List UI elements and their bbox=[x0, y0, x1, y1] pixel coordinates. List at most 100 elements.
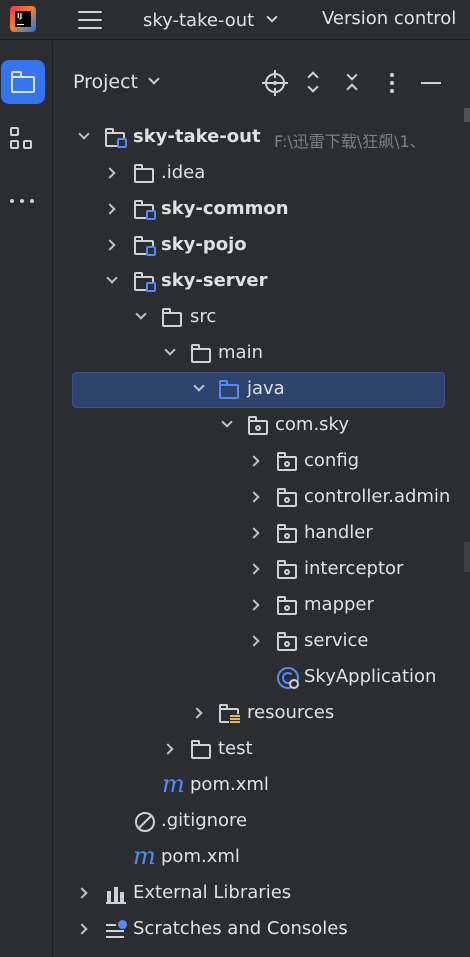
hide-panel-icon[interactable] bbox=[419, 71, 443, 95]
project-name: sky-take-out bbox=[143, 9, 255, 31]
tree-item-label: pom.xml bbox=[190, 774, 269, 795]
package-icon bbox=[277, 632, 299, 652]
panel-view-selector[interactable]: Project bbox=[73, 71, 160, 93]
runnable-class-icon bbox=[277, 667, 299, 689]
maven-icon: m bbox=[133, 842, 156, 870]
tree-item-label: main bbox=[218, 342, 263, 363]
folder-icon bbox=[191, 344, 213, 364]
chevron-right-icon[interactable] bbox=[76, 887, 88, 899]
tree-item-label: sky-pojo bbox=[161, 234, 247, 255]
package-icon bbox=[277, 596, 299, 616]
chevron-right-icon[interactable] bbox=[248, 563, 260, 575]
folder-icon bbox=[162, 308, 184, 328]
chevron-down-icon[interactable] bbox=[164, 344, 176, 356]
tree-item-java[interactable]: java bbox=[0, 372, 470, 408]
panel-title: Project bbox=[73, 71, 139, 93]
chevron-down-icon[interactable] bbox=[221, 416, 233, 428]
project-switcher[interactable]: sky-take-out bbox=[143, 8, 278, 32]
tree-item-scratches-and-consoles[interactable]: Scratches and Consoles bbox=[0, 912, 470, 948]
tree-item-label: sky-take-out bbox=[133, 126, 261, 147]
tree-item-sky-application[interactable]: SkyApplication bbox=[0, 660, 470, 696]
project-tool-button[interactable] bbox=[1, 60, 45, 104]
tree-item-handler[interactable]: handler bbox=[0, 516, 470, 552]
intellij-logo-icon[interactable]: IJ bbox=[10, 6, 36, 32]
module-folder-icon bbox=[134, 200, 156, 220]
tree-item-label: sky-common bbox=[161, 198, 289, 219]
tree-item-label: interceptor bbox=[304, 558, 404, 579]
title-bar: IJ sky-take-out Version control bbox=[0, 0, 470, 40]
tree-item-label: External Libraries bbox=[133, 882, 292, 903]
source-folder-icon bbox=[219, 380, 241, 400]
tree-item-main[interactable]: main bbox=[0, 336, 470, 372]
chevron-right-icon[interactable] bbox=[104, 239, 116, 251]
package-icon bbox=[277, 452, 299, 472]
version-control-menu[interactable]: Version control bbox=[322, 8, 456, 29]
tree-item-idea[interactable]: .idea bbox=[0, 156, 470, 192]
tree-item-label: mapper bbox=[304, 594, 374, 615]
tree-item-test[interactable]: test bbox=[0, 732, 470, 768]
folder-icon bbox=[191, 740, 213, 760]
locate-file-icon[interactable] bbox=[262, 70, 288, 96]
tree-item-sky-common[interactable]: sky-common bbox=[0, 192, 470, 228]
chevron-right-icon[interactable] bbox=[76, 923, 88, 935]
chevron-down-icon[interactable] bbox=[78, 128, 90, 140]
tree-item-label: resources bbox=[247, 702, 335, 723]
tree-item-label: Scratches and Consoles bbox=[133, 918, 348, 939]
tree-item-label: .idea bbox=[161, 162, 206, 183]
tree-item-label: handler bbox=[304, 522, 373, 543]
resources-folder-icon bbox=[219, 704, 241, 724]
ignore-file-icon bbox=[135, 812, 155, 832]
tree-item-com-sky[interactable]: com.sky bbox=[0, 408, 470, 444]
tree-item-external-libraries[interactable]: External Libraries bbox=[0, 876, 470, 912]
chevron-right-icon[interactable] bbox=[191, 707, 203, 719]
tree-item-pom-xml-server[interactable]: m pom.xml bbox=[0, 768, 470, 804]
tree-item-pom-xml-root[interactable]: m pom.xml bbox=[0, 840, 470, 876]
collapse-all-icon[interactable] bbox=[341, 69, 365, 95]
tree-item-src[interactable]: src bbox=[0, 300, 470, 336]
tree-item-config[interactable]: config bbox=[0, 444, 470, 480]
module-folder-icon bbox=[134, 272, 156, 292]
tree-item-sky-take-out[interactable]: sky-take-out F:\迅雷下载\狂飙\1、 bbox=[0, 120, 470, 156]
logo-text: IJ bbox=[17, 12, 23, 20]
tree-item-label: SkyApplication bbox=[304, 666, 437, 687]
tree-item-mapper[interactable]: mapper bbox=[0, 588, 470, 624]
chevron-right-icon[interactable] bbox=[248, 527, 260, 539]
tree-item-sky-server[interactable]: sky-server bbox=[0, 264, 470, 300]
tree-item-service[interactable]: service bbox=[0, 624, 470, 660]
chevron-down-icon bbox=[148, 73, 160, 85]
folder-icon bbox=[11, 71, 35, 93]
chevron-right-icon[interactable] bbox=[104, 203, 116, 215]
tree-item-path: F:\迅雷下载\狂飙\1、 bbox=[274, 132, 426, 151]
tree-item-controller-admin[interactable]: controller.admin bbox=[0, 480, 470, 516]
options-menu-icon[interactable] bbox=[380, 71, 404, 95]
tree-item-label: com.sky bbox=[275, 414, 349, 435]
expand-all-icon[interactable] bbox=[302, 71, 326, 95]
folder-icon bbox=[134, 164, 156, 184]
chevron-right-icon[interactable] bbox=[248, 455, 260, 467]
chevron-down-icon bbox=[266, 11, 278, 23]
tree-item-label: test bbox=[218, 738, 253, 759]
chevron-right-icon[interactable] bbox=[104, 167, 116, 179]
tree-item-label: src bbox=[190, 306, 217, 327]
panel-header: Project bbox=[54, 61, 470, 105]
tree-item-label: controller.admin bbox=[304, 486, 451, 507]
maven-icon: m bbox=[162, 770, 185, 798]
main-menu-icon[interactable] bbox=[76, 8, 104, 32]
chevron-right-icon[interactable] bbox=[248, 599, 260, 611]
chevron-right-icon[interactable] bbox=[162, 743, 174, 755]
tree-item-gitignore[interactable]: .gitignore bbox=[0, 804, 470, 840]
chevron-right-icon[interactable] bbox=[248, 635, 260, 647]
tree-item-label: config bbox=[304, 450, 360, 471]
tree-item-label: pom.xml bbox=[161, 846, 240, 867]
tree-item-label: sky-server bbox=[161, 270, 268, 291]
chevron-down-icon[interactable] bbox=[106, 272, 118, 284]
chevron-down-icon[interactable] bbox=[135, 308, 147, 320]
library-icon bbox=[106, 884, 126, 904]
package-icon bbox=[277, 488, 299, 508]
module-folder-icon bbox=[105, 128, 127, 148]
tree-item-label: .gitignore bbox=[161, 810, 248, 831]
tree-item-sky-pojo[interactable]: sky-pojo bbox=[0, 228, 470, 264]
tree-item-interceptor[interactable]: interceptor bbox=[0, 552, 470, 588]
chevron-right-icon[interactable] bbox=[248, 491, 260, 503]
tree-item-resources[interactable]: resources bbox=[0, 696, 470, 732]
